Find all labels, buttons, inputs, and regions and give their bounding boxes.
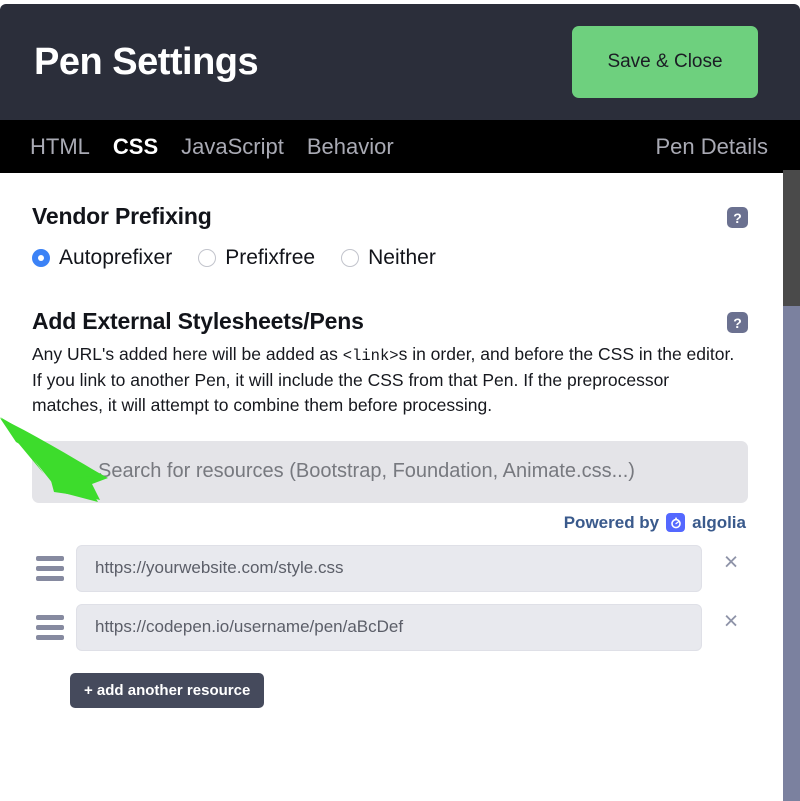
- resource-search-box[interactable]: [32, 440, 748, 503]
- search-icon: [56, 460, 79, 484]
- remove-resource-button-1[interactable]: ×: [714, 549, 748, 585]
- pen-settings-window: Pen Settings Save & Close HTML CSS JavaS…: [0, 0, 800, 801]
- tab-pen-details[interactable]: Pen Details: [655, 135, 768, 158]
- vendor-prefixing-title: Vendor Prefixing: [32, 203, 212, 229]
- radio-autoprefixer[interactable]: Autoprefixer: [32, 246, 172, 270]
- vendor-prefixing-options: Autoprefixer Prefixfree Neither: [32, 246, 748, 270]
- tab-html[interactable]: HTML: [30, 135, 90, 158]
- algolia-logo-icon: [666, 513, 686, 533]
- external-resources-description: Any URL's added here will be added as <l…: [32, 342, 744, 419]
- tabbar-right-group: Pen Details: [655, 135, 768, 158]
- help-icon-vendor-prefixing[interactable]: ?: [727, 207, 748, 228]
- algolia-attribution: Powered by algolia: [32, 513, 748, 533]
- radio-dot-icon: [198, 249, 217, 267]
- radio-neither[interactable]: Neither: [341, 246, 436, 270]
- tab-css[interactable]: CSS: [113, 135, 158, 158]
- resource-url-input-2[interactable]: [76, 603, 702, 651]
- description-part-1: Any URL's added here will be added as: [32, 344, 343, 364]
- help-icon-external-resources[interactable]: ?: [727, 312, 748, 333]
- radio-prefixfree[interactable]: Prefixfree: [198, 246, 315, 270]
- save-and-close-button[interactable]: Save & Close: [572, 26, 758, 98]
- drag-handle-icon[interactable]: [32, 610, 64, 644]
- settings-tabbar: HTML CSS JavaScript Behavior Pen Details: [0, 120, 800, 173]
- resource-row: ×: [32, 603, 748, 651]
- description-code-link: <link>: [342, 347, 399, 365]
- external-resources-section: Add External Stylesheets/Pens ? Any URL'…: [32, 308, 748, 708]
- resource-url-input-1[interactable]: [76, 544, 702, 592]
- settings-content: Vendor Prefixing ? Autoprefixer Prefixfr…: [0, 173, 782, 801]
- drag-handle-icon[interactable]: [32, 551, 64, 585]
- radio-label-prefixfree: Prefixfree: [225, 246, 316, 269]
- vertical-scrollbar[interactable]: [783, 170, 800, 801]
- add-another-resource-button[interactable]: + add another resource: [70, 672, 265, 708]
- algolia-powered-by-label: Powered by: [563, 512, 660, 532]
- tab-behavior[interactable]: Behavior: [307, 135, 394, 158]
- resource-list: × × + add another resource: [32, 544, 748, 708]
- remove-resource-button-2[interactable]: ×: [714, 608, 748, 644]
- algolia-brand-label: algolia: [692, 512, 746, 532]
- radio-label-autoprefixer: Autoprefixer: [59, 246, 173, 269]
- tab-javascript[interactable]: JavaScript: [181, 135, 284, 158]
- scrollbar-thumb[interactable]: [783, 170, 800, 306]
- radio-label-neither: Neither: [368, 246, 436, 269]
- external-resources-header: Add External Stylesheets/Pens ?: [32, 308, 748, 335]
- tabbar-left-group: HTML CSS JavaScript Behavior: [30, 135, 394, 158]
- search-input[interactable]: [98, 460, 726, 484]
- vendor-prefixing-header: Vendor Prefixing ?: [32, 203, 748, 230]
- window-header: Pen Settings Save & Close: [0, 4, 800, 120]
- page-title: Pen Settings: [34, 41, 259, 83]
- radio-dot-icon: [32, 249, 50, 267]
- resource-search-wrapper: Powered by algolia: [32, 440, 748, 533]
- resource-row: ×: [32, 544, 748, 592]
- external-resources-title: Add External Stylesheets/Pens: [32, 308, 364, 334]
- radio-dot-icon: [341, 249, 360, 267]
